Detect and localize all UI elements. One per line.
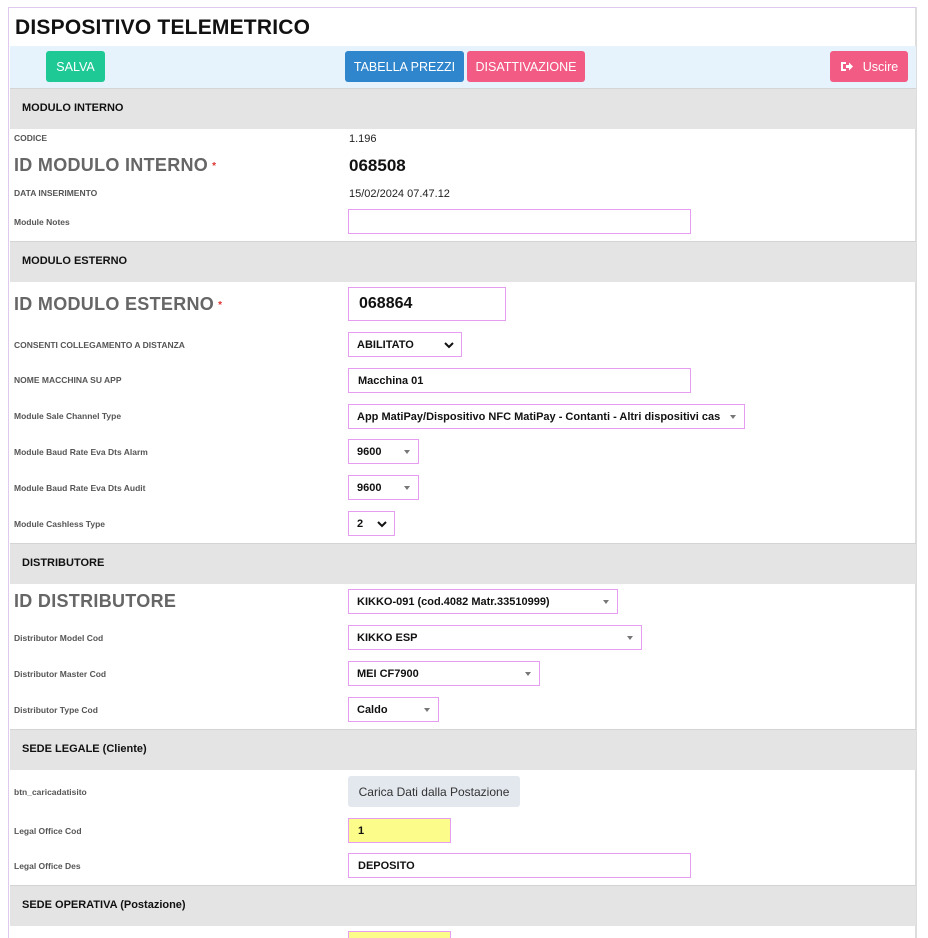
id-modulo-interno-label: ID MODULO INTERNO *	[14, 155, 216, 176]
section-title: MODULO INTERNO	[22, 102, 124, 114]
id-distributore-label: ID DISTRIBUTORE	[14, 591, 177, 611]
load-site-data-button[interactable]: Carica Dati dalla Postazione	[348, 776, 520, 807]
toolbar: SALVA TABELLA PREZZI DISATTIVAZIONE Usci…	[10, 46, 916, 88]
id-modulo-esterno-input[interactable]: 068864	[348, 287, 506, 321]
legal-office-cod-label: Legal Office Cod	[14, 826, 82, 836]
module-notes-label: Module Notes	[14, 217, 70, 227]
data-inserimento-label: DATA INSERIMENTO	[14, 188, 98, 198]
cashless-type-select[interactable]: 2	[348, 511, 395, 536]
caret-down-icon	[404, 486, 410, 490]
id-modulo-interno-label-text: ID MODULO INTERNO	[14, 155, 209, 175]
baud-audit-select-value: 9600	[357, 481, 382, 494]
codice-value: 1.196	[349, 133, 377, 145]
nome-macchina-label: NOME MACCHINA SU APP	[14, 375, 122, 385]
distributor-model-select[interactable]: KIKKO ESP	[348, 625, 642, 650]
module-notes-input[interactable]	[348, 209, 691, 234]
distributor-type-select[interactable]: Caldo	[348, 697, 439, 722]
distributor-master-select-value: MEI CF7900	[357, 667, 419, 680]
cashless-type-select-value: 2	[357, 517, 364, 530]
id-distributore-select-value: KIKKO-091 (cod.4082 Matr.33510999)	[357, 595, 550, 608]
legal-office-cod-input[interactable]: 1	[348, 818, 451, 843]
collegamento-select[interactable]: ABILITATO	[348, 332, 462, 357]
distributor-master-label: Distributor Master Cod	[14, 669, 107, 679]
distributor-model-label: Distributor Model Cod	[14, 633, 104, 643]
legal-office-des-label: Legal Office Des	[14, 861, 81, 871]
collegamento-label: CONSENTI COLLEGAMENTO A DISTANZA	[14, 340, 185, 350]
distributor-type-label: Distributor Type Cod	[14, 705, 98, 715]
section-title: SEDE LEGALE (Cliente)	[22, 743, 147, 755]
section-modulo-esterno: MODULO ESTERNO	[10, 241, 916, 282]
sale-channel-select[interactable]: App MatiPay/Dispositivo NFC MatiPay - Co…	[348, 404, 745, 429]
required-marker: *	[218, 300, 223, 311]
id-modulo-esterno-label-text: ID MODULO ESTERNO	[14, 294, 215, 314]
section-title: DISTRIBUTORE	[22, 557, 105, 569]
caret-down-icon	[603, 600, 609, 604]
deactivate-button[interactable]: DISATTIVAZIONE	[467, 51, 585, 82]
distributor-model-select-value: KIKKO ESP	[357, 631, 418, 644]
data-inserimento-value: 15/02/2024 07.47.12	[349, 188, 450, 200]
required-marker: *	[212, 161, 217, 172]
caret-down-icon	[424, 708, 430, 712]
baud-audit-select[interactable]: 9600	[348, 475, 419, 500]
section-sede-operativa: SEDE OPERATIVA (Postazione)	[10, 885, 916, 926]
distributor-master-select[interactable]: MEI CF7900	[348, 661, 540, 686]
caret-down-icon	[525, 672, 531, 676]
exit-button[interactable]: Uscire	[830, 51, 908, 82]
section-title: MODULO ESTERNO	[22, 255, 128, 267]
section-title: SEDE OPERATIVA (Postazione)	[22, 899, 186, 911]
operative-office-cod-input[interactable]	[348, 931, 451, 938]
codice-label: CODICE	[14, 133, 48, 143]
sign-out-icon	[840, 61, 854, 72]
save-button[interactable]: SALVA	[46, 51, 105, 82]
distributor-type-select-value: Caldo	[357, 703, 388, 716]
chevron-down-icon	[377, 521, 387, 528]
id-modulo-interno-value: 068508	[349, 156, 406, 175]
caret-down-icon	[730, 415, 736, 419]
section-sede-legale: SEDE LEGALE (Cliente)	[10, 729, 916, 770]
caret-down-icon	[627, 636, 633, 640]
caret-down-icon	[404, 450, 410, 454]
id-distributore-select[interactable]: KIKKO-091 (cod.4082 Matr.33510999)	[348, 589, 618, 614]
page-title: DISPOSITIVO TELEMETRICO	[15, 16, 311, 39]
legal-office-des-input[interactable]: DEPOSITO	[348, 853, 691, 878]
exit-button-label: Uscire	[862, 59, 899, 74]
nome-macchina-input[interactable]: Macchina 01	[348, 368, 691, 393]
form-container: DISPOSITIVO TELEMETRICO SALVA TABELLA PR…	[8, 7, 917, 938]
id-modulo-esterno-label: ID MODULO ESTERNO *	[14, 294, 222, 315]
section-distributore: DISTRIBUTORE	[10, 543, 916, 584]
sale-channel-label: Module Sale Channel Type	[14, 411, 122, 421]
baud-alarm-label: Module Baud Rate Eva Dts Alarm	[14, 447, 148, 457]
collegamento-select-value: ABILITATO	[357, 338, 414, 351]
baud-alarm-select-value: 9600	[357, 445, 382, 458]
baud-alarm-select[interactable]: 9600	[348, 439, 419, 464]
btn-caricadatisito-label: btn_caricadatisito	[14, 787, 87, 797]
chevron-down-icon	[444, 342, 454, 349]
cashless-type-label: Module Cashless Type	[14, 519, 106, 529]
section-modulo-interno: MODULO INTERNO	[10, 88, 916, 129]
price-table-button[interactable]: TABELLA PREZZI	[345, 51, 464, 82]
baud-audit-label: Module Baud Rate Eva Dts Audit	[14, 483, 146, 493]
sale-channel-select-value: App MatiPay/Dispositivo NFC MatiPay - Co…	[357, 410, 721, 423]
